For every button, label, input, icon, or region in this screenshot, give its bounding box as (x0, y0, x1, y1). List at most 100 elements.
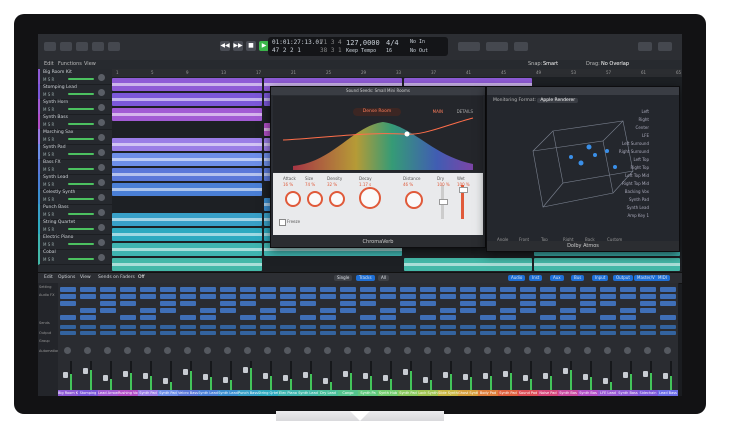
plugin-slot[interactable] (580, 294, 596, 299)
channel-strip[interactable]: Synth Lead (298, 283, 319, 396)
plugin-slot[interactable] (480, 294, 496, 299)
plugin-slot[interactable] (560, 308, 576, 313)
volume-fader[interactable] (223, 377, 228, 383)
send-slot[interactable] (180, 325, 196, 329)
channel-strip[interactable]: Sound Pad (518, 283, 539, 396)
plugin-slot[interactable] (260, 308, 276, 313)
plugin-slot[interactable] (60, 294, 76, 299)
plugin-slot[interactable] (640, 287, 656, 292)
send-slot[interactable] (520, 331, 536, 335)
plugin-slot[interactable] (420, 294, 436, 299)
plugin-slot[interactable] (240, 294, 256, 299)
plugin-slot[interactable] (400, 308, 416, 313)
monitoring-format[interactable]: Monitoring Format: Apple Renderer (493, 98, 579, 103)
send-slot[interactable] (60, 331, 76, 335)
plugin-slot[interactable] (380, 315, 396, 320)
send-slot[interactable] (120, 325, 136, 329)
attack-knob[interactable] (285, 191, 301, 207)
volume-fader[interactable] (163, 378, 168, 384)
channel-name[interactable]: Synth Lead (298, 390, 318, 396)
plugin-slot[interactable] (360, 294, 376, 299)
forward-button[interactable]: ▶▶ (233, 41, 243, 51)
pan-knob[interactable] (164, 347, 171, 354)
send-slot[interactable] (620, 331, 636, 335)
size-knob[interactable] (307, 191, 323, 207)
speaker-item[interactable]: Left Surround (622, 141, 649, 146)
plugin-slot[interactable] (200, 294, 216, 299)
audio-region[interactable] (112, 243, 262, 256)
metronome-button[interactable] (514, 42, 528, 51)
channel-strip[interactable]: Rushing Vox (118, 283, 139, 396)
track-header[interactable]: Cobal M S R (38, 249, 114, 265)
volume-fader[interactable] (343, 371, 348, 377)
plugin-slot[interactable] (380, 308, 396, 313)
speaker-item[interactable]: Synth Lead (627, 205, 649, 210)
channel-name[interactable]: Big Room Kit (58, 390, 78, 396)
channel-strip[interactable]: Synth Pad (398, 283, 419, 396)
channel-strip[interactable]: Velcro Bass (178, 283, 199, 396)
plugin-slot[interactable] (120, 315, 136, 320)
volume-fader[interactable] (443, 372, 448, 378)
plugin-slot[interactable] (580, 308, 596, 313)
channel-strip[interactable]: Slide Synth (438, 283, 459, 396)
plugin-slot[interactable] (320, 294, 336, 299)
send-slot[interactable] (440, 331, 456, 335)
channel-strip[interactable]: Synth Pad (138, 283, 159, 396)
pan-knob[interactable] (98, 209, 105, 216)
pan-knob[interactable] (484, 347, 491, 354)
volume-fader[interactable] (68, 153, 94, 155)
plugin-slot[interactable] (260, 294, 276, 299)
channel-strip[interactable]: Punch Bass (238, 283, 259, 396)
pan-knob[interactable] (64, 347, 71, 354)
volume-fader[interactable] (323, 378, 328, 384)
send-slot[interactable] (660, 331, 676, 335)
filter-tab[interactable]: Audio (508, 275, 526, 281)
plugin-slot[interactable] (440, 308, 456, 313)
pan-knob[interactable] (444, 347, 451, 354)
mixer-options-menu[interactable]: Options (58, 275, 75, 280)
volume-fader[interactable] (83, 368, 88, 374)
chromaverb-titlebar[interactable]: Sound Seeds: Small Mini Rooms (271, 87, 485, 95)
plugin-slot[interactable] (440, 287, 456, 292)
channel-strip[interactable]: Dry Lead (318, 283, 339, 396)
send-slot[interactable] (220, 331, 236, 335)
volume-fader[interactable] (583, 374, 588, 380)
toolbar-button[interactable] (76, 42, 88, 51)
plugin-slot[interactable] (160, 308, 176, 313)
pan-knob[interactable] (264, 347, 271, 354)
plugin-slot[interactable] (140, 308, 156, 313)
plugin-slot[interactable] (440, 294, 456, 299)
send-slot[interactable] (300, 331, 316, 335)
send-slot[interactable] (560, 325, 576, 329)
panner-titlebar[interactable] (487, 87, 679, 95)
smart-controls-button[interactable] (92, 42, 104, 51)
snap-value[interactable]: Smart (543, 61, 558, 67)
plugin-slot[interactable] (80, 287, 96, 292)
plugin-slot[interactable] (620, 287, 636, 292)
send-slot[interactable] (260, 331, 276, 335)
pan-knob[interactable] (564, 347, 571, 354)
channel-strip[interactable]: Stomping (78, 283, 99, 396)
functions-menu[interactable]: Functions (58, 61, 82, 67)
plugin-slot[interactable] (360, 301, 376, 306)
channel-name[interactable]: String Qrtet (258, 390, 278, 396)
plugin-slot[interactable] (220, 308, 236, 313)
filter-tab[interactable]: Bus (571, 275, 585, 281)
pan-knob[interactable] (304, 347, 311, 354)
tuner-button[interactable] (458, 42, 480, 51)
volume-fader[interactable] (283, 375, 288, 381)
plugin-slot[interactable] (100, 308, 116, 313)
pan-knob[interactable] (104, 347, 111, 354)
channel-name[interactable]: Synth Lead (218, 390, 238, 396)
plugin-slot[interactable] (520, 301, 536, 306)
plugin-slot[interactable] (300, 294, 316, 299)
plugin-slot[interactable] (200, 308, 216, 313)
plugin-slot[interactable] (220, 294, 236, 299)
channel-name[interactable]: Lock Synth (418, 390, 438, 396)
density-knob[interactable] (329, 191, 345, 207)
mute-solo-buttons[interactable]: M S R (43, 167, 54, 172)
channel-name[interactable]: Synth Bass (618, 390, 638, 396)
mute-solo-buttons[interactable]: M S R (43, 77, 54, 82)
send-slot[interactable] (580, 325, 596, 329)
volume-fader[interactable] (68, 213, 94, 215)
